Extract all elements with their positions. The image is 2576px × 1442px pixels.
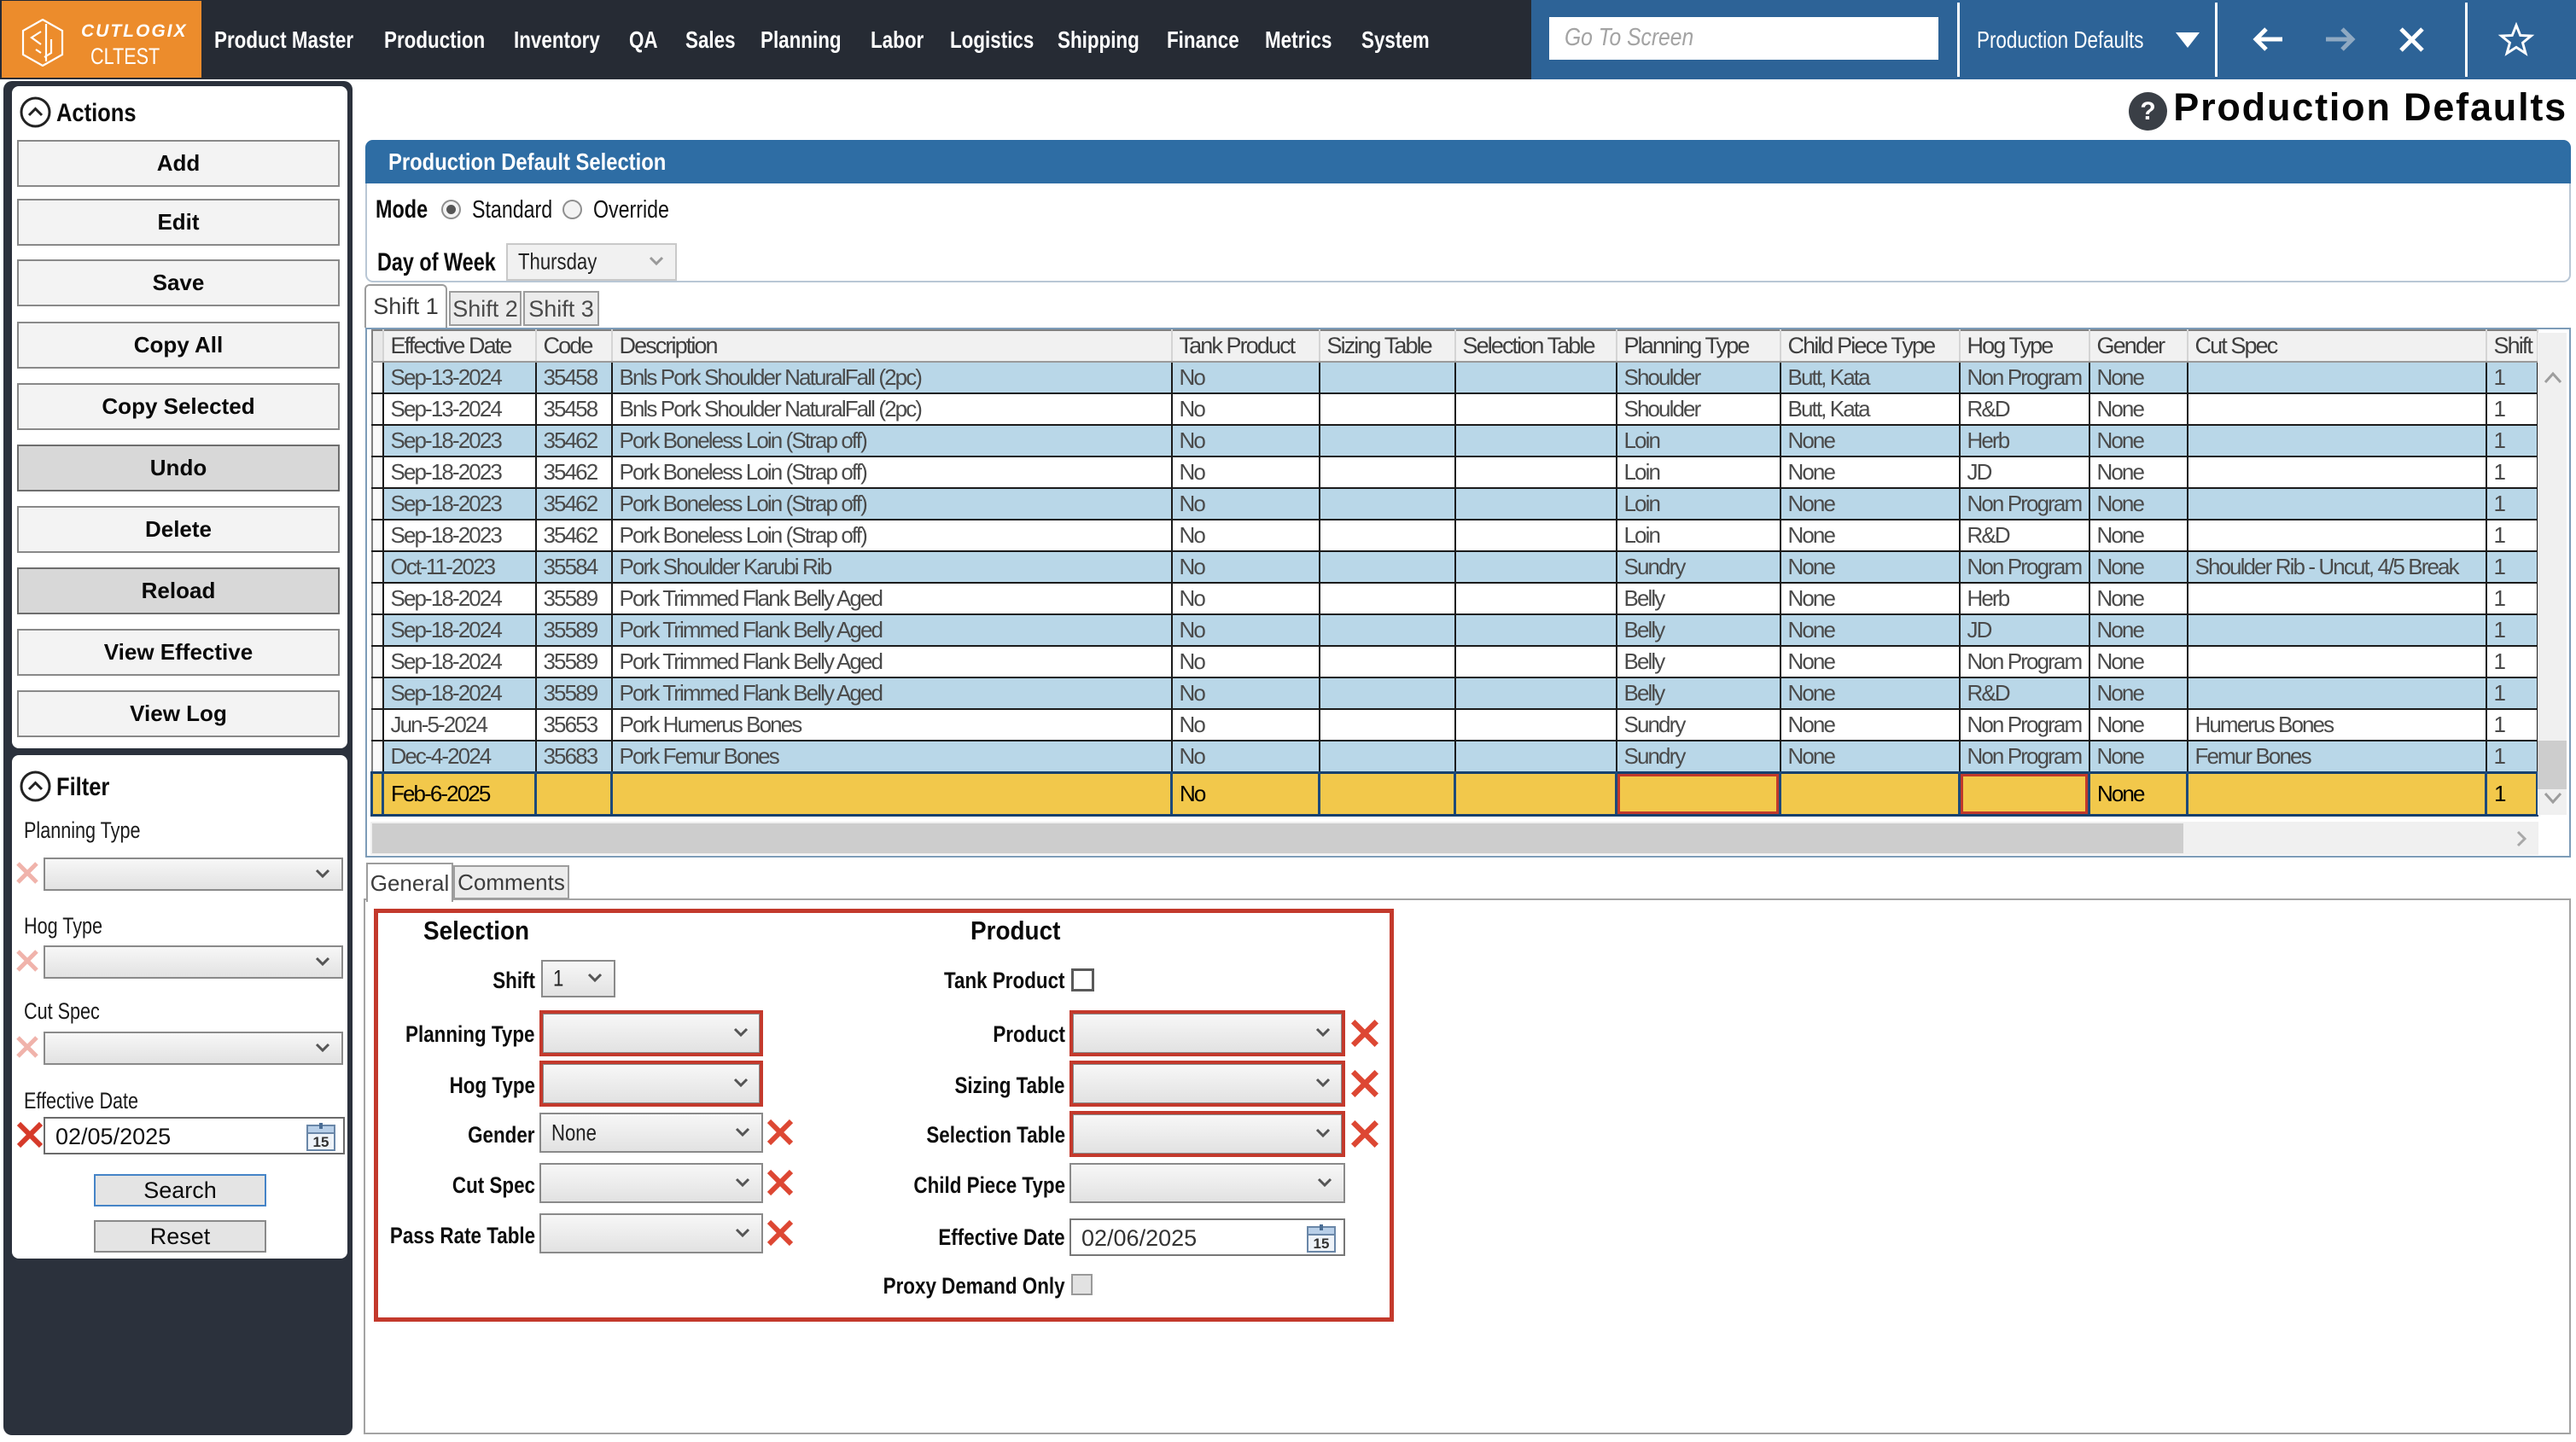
svg-text:15: 15 <box>1314 1236 1330 1252</box>
svg-text:15: 15 <box>313 1134 329 1150</box>
